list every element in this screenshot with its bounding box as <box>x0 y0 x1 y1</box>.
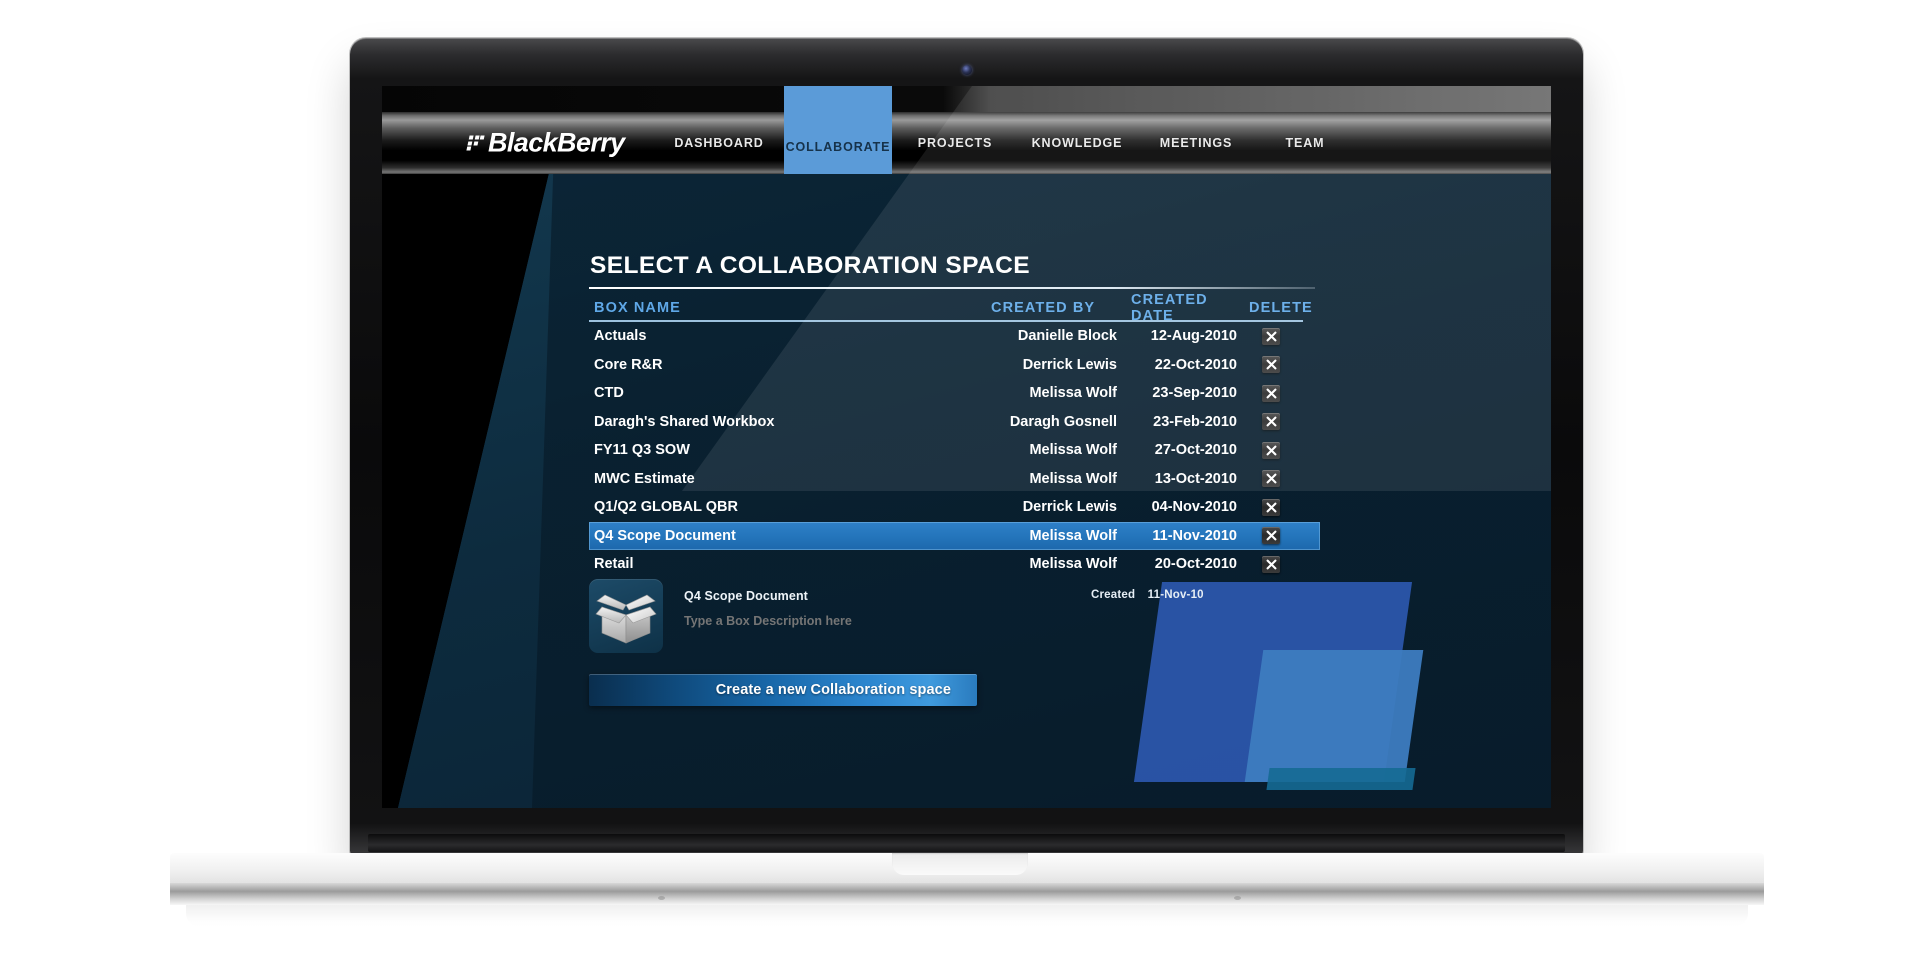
laptop-base-bottom <box>186 905 1748 927</box>
cell-created-date: 27-Oct-2010 <box>1154 442 1237 459</box>
table-body: Actuals Danielle Block 12-Aug-2010 Core R&R… <box>589 322 1320 579</box>
create-collaboration-space-button[interactable]: Create a new Collaboration space <box>589 674 977 706</box>
title-divider <box>589 287 1315 289</box>
nav-item-dashboard[interactable]: DASHBOARD <box>671 112 767 174</box>
laptop-mockup: BlackBerry DASHBOARD COLLABORATE PROJECTS K… <box>0 0 1920 960</box>
cell-box-name[interactable]: Retail <box>589 556 985 572</box>
table-row[interactable]: Core R&R Derrick Lewis 22-Oct-2010 <box>589 351 1303 380</box>
cell-box-name[interactable]: Core R&R <box>589 357 985 373</box>
laptop-base-edge <box>170 883 1764 905</box>
nav-item-team[interactable]: TEAM <box>1273 112 1337 174</box>
nav-links: DASHBOARD COLLABORATE PROJECTS KNOWLEDGE MEE… <box>382 86 1551 174</box>
selected-box-detail-panel: Q4 Scope Document Created 11-Nov-10 <box>589 579 1319 665</box>
cell-created-by: Danielle Block <box>1017 328 1117 345</box>
cell-created-date: 22-Oct-2010 <box>1154 356 1237 373</box>
nav-item-collaborate[interactable]: COLLABORATE <box>784 86 892 174</box>
cell-created-by: Melissa Wolf <box>1029 385 1117 402</box>
nav-item-projects[interactable]: PROJECTS <box>911 112 999 174</box>
close-x-icon[interactable] <box>1262 384 1280 402</box>
webcam-icon <box>961 65 972 75</box>
cell-created-date: 11-Nov-2010 <box>1152 527 1237 544</box>
close-x-icon[interactable] <box>1262 498 1280 516</box>
table-row[interactable]: Actuals Danielle Block 12-Aug-2010 <box>589 322 1303 351</box>
screen-top-strip <box>382 86 1551 112</box>
detail-created-info: Created 11-Nov-10 <box>1091 589 1204 601</box>
column-header-box-name[interactable]: BOX NAME <box>589 300 985 316</box>
nav-item-meetings[interactable]: MEETINGS <box>1151 112 1241 174</box>
cell-created-date: 12-Aug-2010 <box>1150 328 1237 345</box>
table-row[interactable]: FY11 Q3 SOW Melissa Wolf 27-Oct-2010 <box>589 436 1303 465</box>
table-row[interactable]: Q4 Scope Document Melissa Wolf 11-Nov-2010 <box>589 521 1320 550</box>
close-x-icon[interactable] <box>1262 413 1280 431</box>
cell-box-name[interactable]: FY11 Q3 SOW <box>589 442 985 458</box>
cell-created-date: 13-Oct-2010 <box>1154 470 1237 487</box>
created-value: 11-Nov-10 <box>1147 589 1204 601</box>
cell-created-by: Melissa Wolf <box>1029 527 1117 544</box>
box-description-input[interactable] <box>684 614 1014 628</box>
table-row[interactable]: Daragh's Shared Workbox Daragh Gosnell 23-… <box>589 408 1303 437</box>
laptop-lid-notch <box>892 853 1028 875</box>
cell-created-by: Melissa Wolf <box>1029 470 1117 487</box>
table-header-row: BOX NAME CREATED BY CREATED DATE DELETE <box>589 292 1313 324</box>
close-x-icon[interactable] <box>1262 527 1280 545</box>
created-label: Created <box>1091 589 1136 601</box>
laptop-screen: BlackBerry DASHBOARD COLLABORATE PROJECTS K… <box>382 86 1551 808</box>
detail-box-name: Q4 Scope Document <box>684 589 808 603</box>
cell-box-name[interactable]: Q4 Scope Document <box>589 528 985 544</box>
cell-created-by: Melissa Wolf <box>1029 442 1117 459</box>
close-x-icon[interactable] <box>1262 356 1280 374</box>
cell-box-name[interactable]: Daragh's Shared Workbox <box>589 414 985 430</box>
close-x-icon[interactable] <box>1262 470 1280 488</box>
column-header-created-date[interactable]: CREATED DATE <box>1117 292 1239 324</box>
cell-created-date: 23-Feb-2010 <box>1153 413 1237 430</box>
laptop-foot-left <box>658 896 665 900</box>
laptop-foot-right <box>1234 896 1241 900</box>
cell-created-by: Derrick Lewis <box>1022 499 1117 516</box>
column-header-delete: DELETE <box>1249 300 1313 316</box>
column-header-created-by[interactable]: CREATED BY <box>985 300 1117 316</box>
cell-created-date: 04-Nov-2010 <box>1151 499 1237 516</box>
close-x-icon[interactable] <box>1262 327 1280 345</box>
table-row[interactable]: Q1/Q2 GLOBAL QBR Derrick Lewis 04-Nov-2010 <box>589 493 1303 522</box>
cell-box-name[interactable]: Actuals <box>589 328 985 344</box>
table-row[interactable]: MWC Estimate Melissa Wolf 13-Oct-2010 <box>589 465 1303 494</box>
page-title: SELECT A COLLABORATION SPACE <box>590 252 1030 279</box>
cell-box-name[interactable]: CTD <box>589 385 985 401</box>
cell-created-date: 20-Oct-2010 <box>1154 556 1237 573</box>
cell-box-name[interactable]: MWC Estimate <box>589 471 985 487</box>
cell-created-by: Daragh Gosnell <box>1009 413 1117 430</box>
nav-item-knowledge[interactable]: KNOWLEDGE <box>1022 112 1132 174</box>
close-x-icon[interactable] <box>1262 555 1280 573</box>
collaboration-space-table: BOX NAME CREATED BY CREATED DATE DELETE … <box>589 292 1320 579</box>
open-box-icon <box>589 579 663 653</box>
main-navigation-bar: BlackBerry DASHBOARD COLLABORATE PROJECTS K… <box>382 86 1551 174</box>
cell-created-by: Derrick Lewis <box>1022 356 1117 373</box>
close-x-icon[interactable] <box>1262 441 1280 459</box>
cell-created-date: 23-Sep-2010 <box>1152 385 1237 402</box>
table-row[interactable]: Retail Melissa Wolf 20-Oct-2010 <box>589 550 1303 579</box>
main-content: SELECT A COLLABORATION SPACE BOX NAME CR… <box>382 174 1551 808</box>
cell-created-by: Melissa Wolf <box>1029 556 1117 573</box>
table-row[interactable]: CTD Melissa Wolf 23-Sep-2010 <box>589 379 1303 408</box>
cell-box-name[interactable]: Q1/Q2 GLOBAL QBR <box>589 499 985 515</box>
laptop-lid: BlackBerry DASHBOARD COLLABORATE PROJECTS K… <box>350 38 1583 856</box>
application-window: BlackBerry DASHBOARD COLLABORATE PROJECTS K… <box>382 86 1551 808</box>
